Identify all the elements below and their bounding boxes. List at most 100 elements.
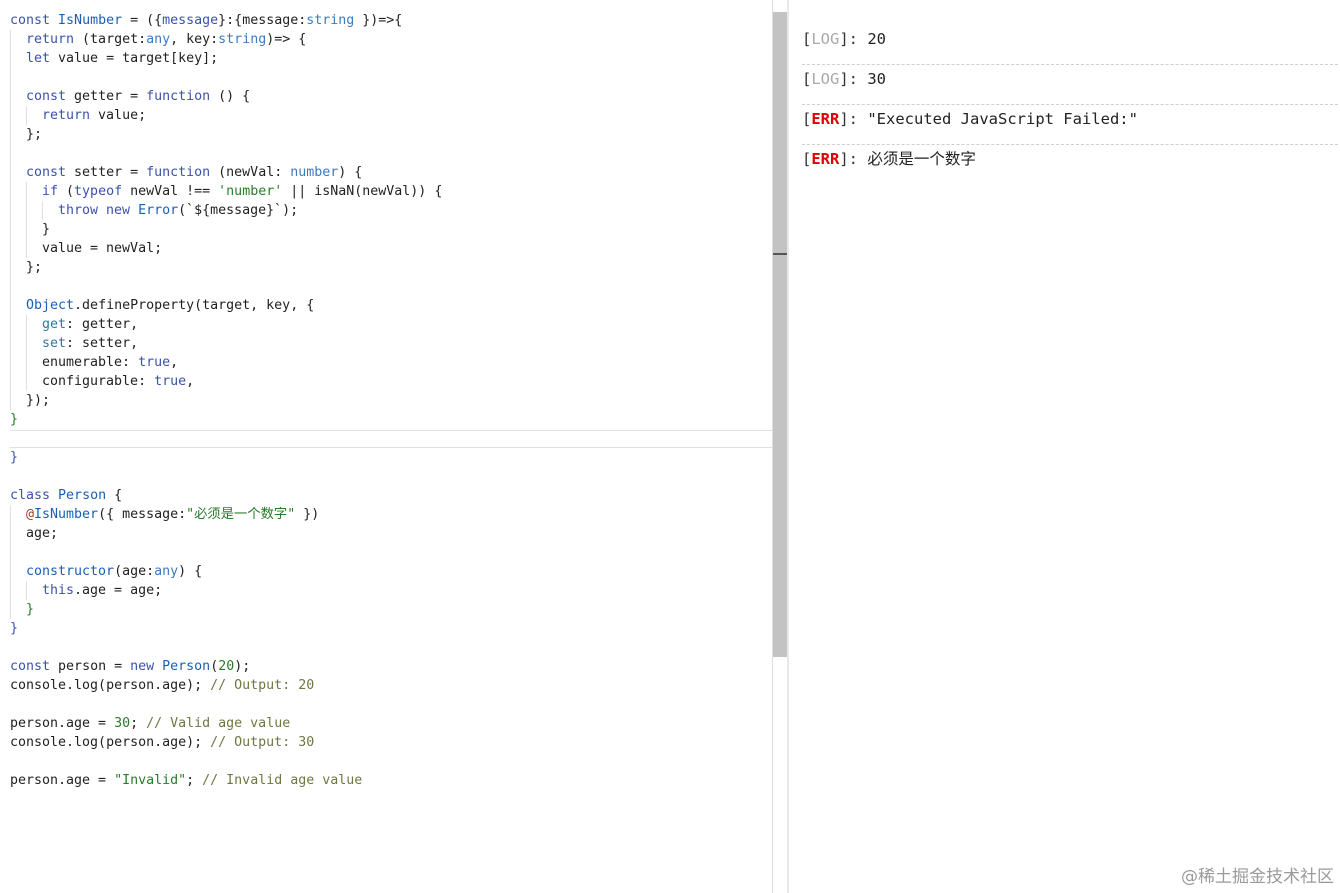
code-line[interactable]: if (typeof newVal !== 'number' || isNaN(… (10, 182, 772, 201)
code-token: || isNaN(newVal)) { (282, 184, 443, 199)
code-token: console.log(person.age); (10, 735, 211, 750)
indent-guide (10, 144, 26, 163)
code-line[interactable]: set: setter, (10, 334, 772, 353)
code-line[interactable]: } (10, 220, 772, 239)
code-token: string (218, 32, 267, 47)
code-line[interactable]: enumerable: true, (10, 353, 772, 372)
code-line[interactable]: } (10, 619, 772, 638)
code-token: enumerable: (42, 355, 139, 370)
code-line[interactable] (10, 467, 772, 486)
indent-guide (10, 220, 26, 239)
indent-guide (10, 524, 26, 543)
code-token: person.age = (10, 716, 115, 731)
code-line[interactable] (10, 752, 772, 771)
code-token: : setter, (66, 336, 139, 351)
code-token: this (42, 583, 75, 598)
code-line[interactable]: } (10, 448, 772, 467)
code-token: any (154, 564, 179, 579)
code-line[interactable]: }; (10, 258, 772, 277)
tag-bracket-open: [ (802, 30, 812, 48)
editor-scrollbar-thumb[interactable] (773, 12, 787, 657)
editor-scrollbar-track[interactable] (787, 0, 789, 893)
code-line[interactable]: return (target:any, key:string)=> { (10, 30, 772, 49)
indent-guide (10, 334, 26, 353)
code-token: IsNumber (58, 13, 123, 28)
code-line[interactable] (10, 543, 772, 562)
code-line[interactable]: Object.defineProperty(target, key, { (10, 296, 772, 315)
code-line[interactable]: get: getter, (10, 315, 772, 334)
code-line[interactable] (10, 144, 772, 163)
code-line[interactable]: const IsNumber = ({message}:{message:str… (10, 11, 772, 30)
code-line[interactable] (10, 68, 772, 87)
code-line[interactable]: const person = new Person(20); (10, 657, 772, 676)
code-token: number (290, 165, 339, 180)
code-token: value; (98, 108, 147, 123)
indent-guide (10, 562, 26, 581)
watermark: @稀土掘金技术社区 (1181, 867, 1334, 887)
code-token: { (106, 488, 123, 503)
code-line[interactable]: let value = target[key]; (10, 49, 772, 68)
code-token: return (26, 32, 83, 47)
indent-guide (10, 372, 26, 391)
code-token: Person (58, 488, 107, 503)
code-token: string (306, 13, 355, 28)
code-lines[interactable]: const IsNumber = ({message}:{message:str… (10, 11, 772, 790)
code-line[interactable]: this.age = age; (10, 581, 772, 600)
code-token: = ({ (122, 13, 163, 28)
console-tag: ERR (811, 110, 840, 128)
code-line[interactable]: person.age = 30; // Valid age value (10, 714, 772, 733)
indent-guide (26, 182, 42, 201)
indent-guide (42, 201, 58, 220)
console-entry: [LOG]: 20 (802, 25, 1338, 65)
code-token: }); (26, 393, 51, 408)
indent-guide (26, 220, 42, 239)
code-token: ) { (338, 165, 363, 180)
code-line[interactable]: person.age = "Invalid"; // Invalid age v… (10, 771, 772, 790)
code-line[interactable]: } (10, 410, 772, 429)
code-line[interactable]: return value; (10, 106, 772, 125)
indent-guide (10, 543, 26, 562)
code-token: )=> { (266, 32, 307, 47)
code-line[interactable] (10, 277, 772, 296)
code-line[interactable]: const setter = function (newVal: number)… (10, 163, 772, 182)
tag-bracket-open: [ (802, 70, 812, 88)
code-line[interactable]: console.log(person.age); // Output: 30 (10, 733, 772, 752)
code-token: 'number' (218, 184, 283, 199)
code-editor[interactable]: const IsNumber = ({message}:{message:str… (0, 0, 773, 893)
code-token: let (26, 51, 59, 66)
code-line[interactable]: @IsNumber({ message:"必须是一个数字" }) (10, 505, 772, 524)
code-token: (age: (114, 564, 155, 579)
code-token: @ (26, 507, 35, 522)
code-line[interactable]: constructor(age:any) { (10, 562, 772, 581)
code-line[interactable]: throw new Error(`${message}`); (10, 201, 772, 220)
code-token: 20 (218, 659, 235, 674)
tag-bracket-close: ]: (839, 110, 868, 128)
code-token: ) { (178, 564, 203, 579)
code-line[interactable]: age; (10, 524, 772, 543)
code-line[interactable] (10, 695, 772, 714)
code-token: .age = age; (74, 583, 163, 598)
code-token: } (42, 222, 51, 237)
code-token: configurable: (42, 374, 155, 389)
code-token: true (154, 374, 187, 389)
code-line[interactable]: const getter = function () { (10, 87, 772, 106)
indent-guide (10, 125, 26, 144)
indent-guide (10, 30, 26, 49)
code-line[interactable]: configurable: true, (10, 372, 772, 391)
code-line[interactable]: }); (10, 391, 772, 410)
code-token: ; (186, 773, 203, 788)
code-token: "必须是一个数字" (186, 507, 296, 522)
code-token: value = target[key]; (58, 51, 219, 66)
code-line[interactable]: }; (10, 125, 772, 144)
code-token: (target: (82, 32, 147, 47)
code-line[interactable] (10, 638, 772, 657)
indent-guide (26, 334, 42, 353)
code-line[interactable]: value = newVal; (10, 239, 772, 258)
code-line[interactable]: class Person { (10, 486, 772, 505)
indent-guide (10, 277, 26, 296)
console-entry: [ERR]: 必须是一个数字 (802, 145, 1338, 185)
tag-bracket-close: ]: (839, 150, 868, 168)
indent-guide (26, 239, 42, 258)
code-line[interactable]: } (10, 600, 772, 619)
code-line[interactable]: console.log(person.age); // Output: 20 (10, 676, 772, 695)
